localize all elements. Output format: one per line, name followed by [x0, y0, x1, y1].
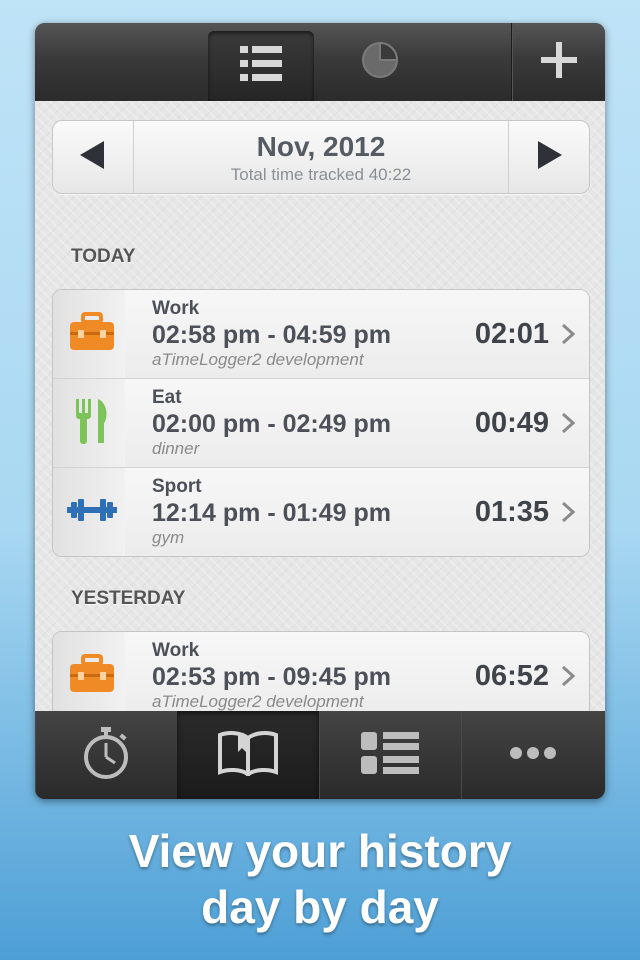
- activity-name: Eat: [152, 387, 182, 408]
- app-window: Nov, 2012 Total time tracked 40:22 TODAY: [35, 23, 605, 799]
- history-list[interactable]: Nov, 2012 Total time tracked 40:22 TODAY: [35, 101, 605, 711]
- list-item[interactable]: Sport 12:14 pm - 01:49 pm gym 01:35: [53, 468, 589, 556]
- activity-name: Work: [152, 298, 200, 319]
- time-range: 12:14 pm - 01:49 pm: [152, 499, 391, 527]
- caption-line-1: View your history: [128, 825, 512, 877]
- activity-name: Sport: [152, 476, 202, 497]
- caption-line-2: day by day: [201, 881, 439, 933]
- duration: 02:01: [474, 318, 549, 350]
- chevron-right-icon: [561, 501, 576, 528]
- left-arrow-icon: [80, 140, 106, 174]
- time-range: 02:58 pm - 04:59 pm: [152, 321, 391, 349]
- add-button[interactable]: [511, 23, 605, 101]
- previous-button[interactable]: [53, 121, 134, 193]
- tab-timer[interactable]: [35, 711, 178, 799]
- right-arrow-icon: [536, 140, 562, 174]
- tab-more[interactable]: [461, 711, 605, 799]
- total-time-label: Total time tracked 40:22: [230, 165, 412, 184]
- dumbbell-icon: [61, 498, 117, 527]
- today-entries: Work 02:58 pm - 04:59 pm aTimeLogger2 de…: [52, 289, 590, 557]
- next-button[interactable]: [508, 121, 589, 193]
- promo-caption: View your history day by day: [0, 823, 640, 935]
- duration: 06:52: [474, 660, 549, 692]
- more-icon: [509, 746, 557, 765]
- list-icon: [361, 731, 419, 779]
- list-item[interactable]: Work 02:53 pm - 09:45 pm aTimeLogger2 de…: [53, 632, 589, 711]
- activity-note: dinner: [152, 439, 200, 458]
- bottom-tab-bar: [35, 711, 605, 799]
- yesterday-entries: Work 02:53 pm - 09:45 pm aTimeLogger2 de…: [52, 631, 590, 711]
- month-title: Nov, 2012: [256, 131, 386, 162]
- tab-list-view[interactable]: [208, 31, 314, 101]
- duration: 00:49: [474, 407, 549, 439]
- book-icon: [218, 730, 278, 781]
- duration: 01:35: [474, 496, 549, 528]
- time-range: 02:00 pm - 02:49 pm: [152, 410, 391, 438]
- time-range: 02:53 pm - 09:45 pm: [152, 663, 391, 691]
- section-header-today: TODAY: [71, 246, 136, 267]
- activity-note: aTimeLogger2 development: [152, 350, 364, 369]
- pie-chart-icon: [360, 40, 400, 85]
- list-icon: [240, 45, 282, 87]
- tab-types[interactable]: [319, 711, 462, 799]
- activity-name: Work: [152, 640, 200, 661]
- tab-history[interactable]: [177, 711, 320, 799]
- activity-note: aTimeLogger2 development: [152, 692, 364, 711]
- list-item[interactable]: Work 02:58 pm - 04:59 pm aTimeLogger2 de…: [53, 290, 589, 379]
- chevron-right-icon: [561, 412, 576, 439]
- toolbox-icon: [62, 653, 116, 699]
- tab-chart-view[interactable]: [325, 23, 435, 101]
- fork-knife-icon: [66, 397, 112, 450]
- date-navigator: Nov, 2012 Total time tracked 40:22: [52, 120, 590, 194]
- toolbox-icon: [62, 311, 116, 357]
- chevron-right-icon: [561, 665, 576, 692]
- plus-icon: [541, 41, 577, 83]
- section-header-yesterday: YESTERDAY: [71, 588, 186, 609]
- list-item[interactable]: Eat 02:00 pm - 02:49 pm dinner 00:49: [53, 379, 589, 468]
- stopwatch-icon: [82, 726, 130, 784]
- chevron-right-icon: [561, 323, 576, 350]
- activity-note: gym: [152, 528, 185, 547]
- top-toolbar: [35, 23, 605, 101]
